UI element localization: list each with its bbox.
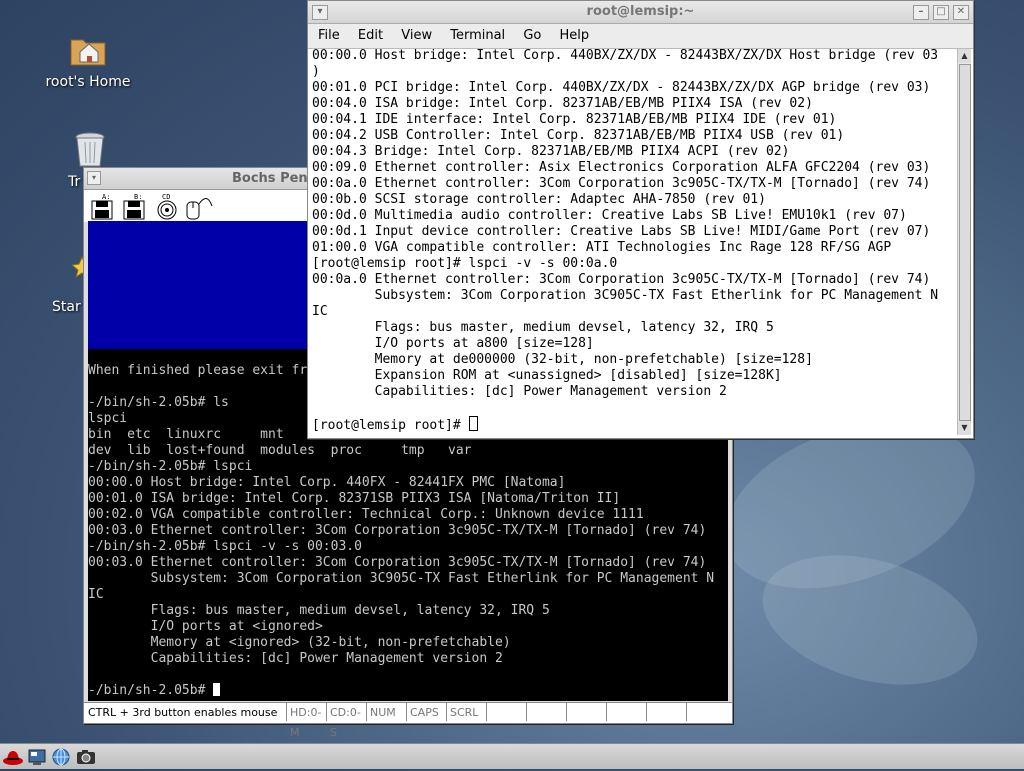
menu-file[interactable]: File xyxy=(311,24,347,48)
desktop-icon-label: root's Home xyxy=(45,74,131,90)
menu-edit[interactable]: Edit xyxy=(351,24,390,48)
status-cd: CD:0-S xyxy=(326,703,366,739)
bottom-panel xyxy=(0,743,1024,769)
floppy-b-icon[interactable]: B: xyxy=(120,192,150,220)
maximize-button[interactable]: □ xyxy=(933,5,949,20)
close-button[interactable]: ✕ xyxy=(953,5,969,20)
menu-view[interactable]: View xyxy=(394,24,439,48)
redhat-menu-icon[interactable] xyxy=(2,747,23,767)
desktop-icon-home[interactable]: root's Home xyxy=(40,30,136,90)
menu-terminal[interactable]: Terminal xyxy=(443,24,512,48)
text-cursor xyxy=(213,683,221,696)
terminal-body[interactable]: 00:00.0 Host bridge: Intel Corp. 440BX/Z… xyxy=(308,49,958,435)
cdrom-icon[interactable]: CD xyxy=(152,192,182,220)
terminal-title: root@lemsip:~ xyxy=(586,4,695,19)
mouse-icon[interactable] xyxy=(184,192,214,220)
status-cell xyxy=(566,703,606,721)
status-cell xyxy=(646,703,686,721)
trash-icon xyxy=(70,130,110,170)
terminal-menubar: File Edit View Terminal Go Help xyxy=(308,24,973,49)
terminal-output-text: 00:00.0 Host bridge: Intel Corp. 440BX/Z… xyxy=(312,49,939,399)
bochs-statusbar: CTRL + 3rd button enables mouse HD:0-M C… xyxy=(84,702,732,739)
network-icon[interactable] xyxy=(51,747,71,767)
menu-go[interactable]: Go xyxy=(516,24,548,48)
shell-prompt: [root@lemsip root]# xyxy=(312,418,469,433)
status-cell xyxy=(686,703,726,721)
window-menu-icon[interactable]: ▾ xyxy=(87,171,101,185)
svg-text:CD: CD xyxy=(162,193,170,201)
desktop-icon[interactable] xyxy=(27,747,47,767)
mouse-hint-text: CTRL + 3rd button enables mouse xyxy=(88,706,278,719)
svg-text:B:: B: xyxy=(134,193,142,201)
terminal-window: ▾ root@lemsip:~ – □ ✕ File Edit View Ter… xyxy=(307,0,974,439)
terminal-output: 00:00.0 Host bridge: Intel Corp. 440BX/Z… xyxy=(308,49,958,434)
status-scrl: SCRL xyxy=(446,703,486,721)
bochs-title: Bochs Penti xyxy=(232,171,319,186)
terminal-titlebar[interactable]: ▾ root@lemsip:~ – □ ✕ xyxy=(308,1,973,24)
minimize-button[interactable]: – xyxy=(913,5,929,20)
status-caps: CAPS xyxy=(406,703,446,721)
menu-help[interactable]: Help xyxy=(553,24,597,48)
status-hd: HD:0-M xyxy=(286,703,326,739)
window-menu-icon[interactable]: ▾ xyxy=(312,5,328,20)
terminal-scrollbar[interactable]: ▲ ▼ xyxy=(957,49,971,435)
text-cursor xyxy=(468,416,478,431)
home-folder-icon xyxy=(68,30,108,70)
scrollbar-thumb[interactable] xyxy=(959,64,971,421)
scroll-down-icon[interactable]: ▼ xyxy=(958,421,971,435)
status-num: NUM xyxy=(366,703,406,721)
scroll-up-icon[interactable]: ▲ xyxy=(958,49,971,63)
bochs-blue-area xyxy=(88,221,312,349)
floppy-a-icon[interactable]: A: xyxy=(88,192,118,220)
status-cell xyxy=(526,703,566,721)
status-cell xyxy=(606,703,646,721)
camera-icon[interactable] xyxy=(76,747,96,767)
svg-text:A:: A: xyxy=(102,193,110,201)
status-cell xyxy=(486,703,526,721)
